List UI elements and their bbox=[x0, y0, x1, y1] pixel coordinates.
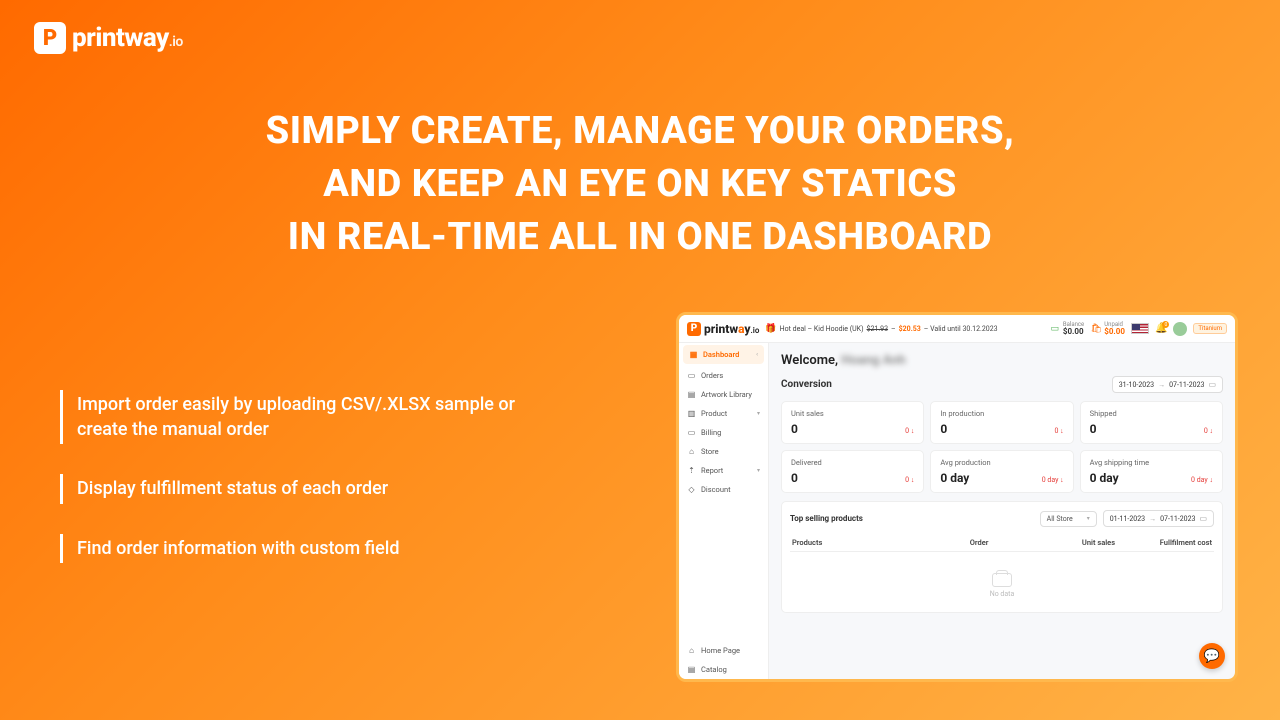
metric-label: Shipped bbox=[1090, 409, 1213, 418]
metric-delta: 0 ↓ bbox=[1054, 427, 1063, 435]
balance-display[interactable]: ▭ Balance$0.00 bbox=[1049, 322, 1084, 336]
metric-delta: 0 day ↓ bbox=[1191, 476, 1213, 484]
top-selling-section: Top selling products All Store▾ 01-11-20… bbox=[781, 501, 1223, 613]
calendar-icon: ▭ bbox=[1208, 380, 1216, 389]
metric-card: Delivered 0 0 ↓ bbox=[781, 450, 924, 493]
chevron-down-icon: ▾ bbox=[1087, 515, 1090, 522]
tier-badge: Titanium bbox=[1193, 323, 1227, 334]
chat-fab[interactable]: 💬 bbox=[1199, 643, 1225, 669]
sidebar-item-store[interactable]: ⌂ Store bbox=[679, 442, 768, 461]
sidebar-item-label: Home Page bbox=[701, 646, 740, 655]
metric-label: Unit sales bbox=[791, 409, 914, 418]
conversion-title: Conversion bbox=[781, 379, 832, 390]
logo-text: printway.io bbox=[72, 23, 183, 53]
sidebar-icon: ▦ bbox=[689, 350, 698, 359]
bag-icon: 🛍 bbox=[1090, 323, 1102, 335]
locale-flag[interactable] bbox=[1131, 323, 1149, 334]
store-select[interactable]: All Store▾ bbox=[1040, 511, 1097, 527]
wallet-icon: ▭ bbox=[1049, 323, 1061, 335]
sidebar-item-label: Catalog bbox=[701, 665, 727, 674]
sidebar-item-label: Discount bbox=[701, 485, 731, 494]
sidebar-item-label: Report bbox=[701, 466, 723, 475]
app-logo[interactable]: P printway.io bbox=[687, 322, 759, 336]
top-selling-title: Top selling products bbox=[790, 514, 1034, 523]
metric-label: In production bbox=[940, 409, 1063, 418]
empty-box-icon bbox=[992, 573, 1012, 587]
sidebar-icon: ⇡ bbox=[687, 466, 696, 475]
unpaid-display[interactable]: 🛍 Unpaid$0.00 bbox=[1090, 322, 1125, 336]
metric-label: Avg shipping time bbox=[1090, 458, 1213, 467]
sidebar-item-billing[interactable]: ▭ Billing bbox=[679, 423, 768, 442]
top-selling-date-range[interactable]: 01-11-2023→07-11-2023 ▭ bbox=[1103, 510, 1214, 527]
gift-icon: 🎁 bbox=[765, 324, 776, 334]
no-data-placeholder: No data bbox=[790, 559, 1214, 604]
brand-logo: P printway.io bbox=[34, 22, 183, 54]
chevron-down-icon: ▾ bbox=[757, 410, 760, 417]
metric-value: 0 bbox=[791, 422, 798, 436]
metrics-grid: Unit sales 0 0 ↓ In production 0 0 ↓ Shipped 0 0… bbox=[781, 401, 1223, 493]
headline: SIMPLY CREATE, MANAGE YOUR ORDERS, AND K… bbox=[0, 105, 1280, 265]
metric-card: Avg production 0 day 0 day ↓ bbox=[930, 450, 1073, 493]
sidebar-item-catalog[interactable]: ▤ Catalog bbox=[679, 660, 768, 679]
metric-delta: 0 ↓ bbox=[905, 476, 914, 484]
feature-list: Import order easily by uploading CSV/.XL… bbox=[60, 390, 520, 593]
metric-label: Avg production bbox=[940, 458, 1063, 467]
feature-item: Find order information with custom field bbox=[60, 534, 520, 563]
conversion-date-range[interactable]: 31-10-2023→07-11-2023 ▭ bbox=[1112, 376, 1223, 393]
metric-label: Delivered bbox=[791, 458, 914, 467]
metric-value: 0 day bbox=[940, 471, 969, 485]
sidebar-item-label: Product bbox=[701, 409, 727, 418]
main-content: Welcome, Hoang Anh Conversion 31-10-2023… bbox=[769, 343, 1235, 679]
metric-card: Avg shipping time 0 day 0 day ↓ bbox=[1080, 450, 1223, 493]
metric-value: 0 bbox=[940, 422, 947, 436]
chevron-left-icon: ‹ bbox=[756, 351, 758, 358]
sidebar-icon: ▭ bbox=[687, 371, 696, 380]
sidebar-icon: ⌂ bbox=[687, 646, 696, 655]
metric-value: 0 day bbox=[1090, 471, 1119, 485]
metric-delta: 0 ↓ bbox=[905, 427, 914, 435]
sidebar-item-dashboard[interactable]: ▦ Dashboard ‹ bbox=[683, 345, 764, 364]
sidebar-icon: ◇ bbox=[687, 485, 696, 494]
sidebar-item-discount[interactable]: ◇ Discount bbox=[679, 480, 768, 499]
metric-delta: 0 day ↓ bbox=[1042, 476, 1064, 484]
sidebar-icon: ▭ bbox=[687, 428, 696, 437]
logo-mark: P bbox=[34, 22, 66, 54]
sidebar-item-label: Billing bbox=[701, 428, 721, 437]
sidebar-item-artwork-library[interactable]: ▤ Artwork Library bbox=[679, 385, 768, 404]
feature-item: Import order easily by uploading CSV/.XL… bbox=[60, 390, 520, 444]
sidebar-item-label: Artwork Library bbox=[701, 390, 752, 399]
metric-card: In production 0 0 ↓ bbox=[930, 401, 1073, 444]
sidebar-icon: ▥ bbox=[687, 409, 696, 418]
metric-delta: 0 ↓ bbox=[1204, 427, 1213, 435]
top-selling-table-header: Products Order Unit sales Fullfilment co… bbox=[790, 534, 1214, 552]
calendar-icon: ▭ bbox=[1199, 514, 1207, 523]
chevron-down-icon: ▾ bbox=[757, 467, 760, 474]
dashboard-window: P printway.io 🎁 Hot deal – Kid Hoodie (U… bbox=[676, 312, 1238, 682]
sidebar-item-product[interactable]: ▥ Product ▾ bbox=[679, 404, 768, 423]
sidebar-item-orders[interactable]: ▭ Orders bbox=[679, 366, 768, 385]
sidebar-icon: ▤ bbox=[687, 665, 696, 674]
metric-value: 0 bbox=[1090, 422, 1097, 436]
sidebar-item-home-page[interactable]: ⌂ Home Page bbox=[679, 641, 768, 660]
sidebar: ▦ Dashboard ‹ ▭ Orders ▤ Artwork Library ▥ Produ… bbox=[679, 343, 769, 679]
app-header: P printway.io 🎁 Hot deal – Kid Hoodie (U… bbox=[679, 315, 1235, 343]
sidebar-item-report[interactable]: ⇡ Report ▾ bbox=[679, 461, 768, 480]
welcome-heading: Welcome, Hoang Anh bbox=[781, 353, 1223, 368]
notification-bell-icon[interactable]: 🔔0 bbox=[1155, 323, 1167, 334]
metric-card: Unit sales 0 0 ↓ bbox=[781, 401, 924, 444]
sidebar-icon: ▤ bbox=[687, 390, 696, 399]
hot-deal-banner[interactable]: 🎁 Hot deal – Kid Hoodie (UK) $21.93 – $2… bbox=[765, 324, 997, 334]
metric-card: Shipped 0 0 ↓ bbox=[1080, 401, 1223, 444]
avatar[interactable] bbox=[1173, 322, 1187, 336]
logo-mark-icon: P bbox=[687, 322, 701, 336]
sidebar-item-label: Dashboard bbox=[703, 350, 739, 359]
chat-icon: 💬 bbox=[1204, 649, 1220, 664]
feature-item: Display fulfillment status of each order bbox=[60, 474, 520, 503]
sidebar-item-label: Store bbox=[701, 447, 719, 456]
metric-value: 0 bbox=[791, 471, 798, 485]
sidebar-item-label: Orders bbox=[701, 371, 723, 380]
sidebar-icon: ⌂ bbox=[687, 447, 696, 456]
